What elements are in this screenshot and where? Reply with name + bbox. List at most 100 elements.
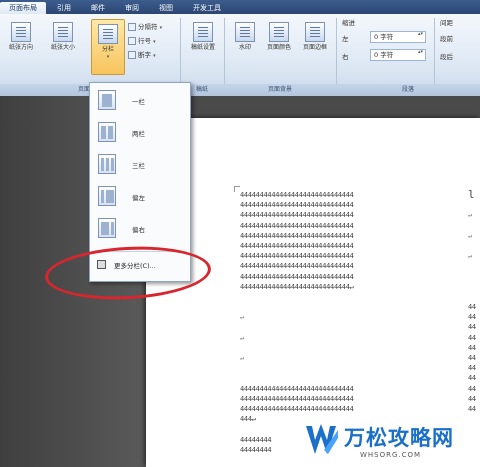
menu-item-one-column[interactable]: 一栏 [94,87,188,115]
left-column-icon [98,186,116,206]
columns-icon [98,24,118,44]
spacing-before-label: 段前 [440,35,453,43]
text-line: 44 [468,333,476,342]
line-numbers-label: 行号 [138,37,151,45]
ribbon-separator [336,18,337,84]
chevron-down-icon: ▾ [159,25,163,31]
tab-references[interactable]: 引用 [48,2,80,14]
text-line: 44 [468,303,476,312]
columns-button[interactable]: 分栏 ▾ [91,19,125,75]
text-line: 44444444444444444444444444444 [240,231,354,240]
orientation-icon [11,22,31,42]
line-numbers-icon [128,37,136,45]
document-left-column[interactable]: 44444444444444444444444444444 4444444444… [240,190,354,455]
paragraph-mark: ↵ [468,252,472,261]
tab-mailings[interactable]: 邮件 [82,2,114,14]
spacing-after-label: 段后 [440,53,453,61]
text-line: 44 [468,364,476,373]
menu-item-label: 偏右 [132,226,145,234]
paragraph-mark: ↵ [240,333,244,342]
text-line: 44 [468,354,476,362]
line-numbers-button[interactable]: 行号 ▾ [128,36,156,47]
ribbon-separator [180,18,181,84]
indent-heading: 缩进 [342,19,355,27]
page-color-icon [269,22,289,42]
text-line: 44 [468,323,476,332]
heading-fragment: l [468,188,475,201]
text-line: 44 [468,374,476,383]
page-border-label: 页面边框 [302,44,327,51]
breaks-button[interactable]: 分隔符 ▾ [128,22,162,33]
paragraph-mark: ↵ [468,231,472,240]
indent-right-label: 右 [342,53,349,61]
menu-item-label: 偏左 [132,194,145,202]
tab-page-layout[interactable]: 页面布局 [0,2,46,14]
breaks-icon [128,23,136,31]
three-columns-icon [98,154,116,174]
indent-right-input[interactable]: 0 字符 [370,49,426,61]
tab-view[interactable]: 视图 [150,2,182,14]
menu-item-two-columns[interactable]: 两栏 [94,119,188,147]
paragraph-mark: ↵ [468,211,472,220]
draft-paper-icon [193,22,213,42]
group-label-paragraph: 段落 [401,86,414,93]
two-columns-icon [98,122,116,142]
text-line: 44444444444444444444444444444 [240,272,354,281]
paragraph-mark: ↵ [240,313,244,322]
chevron-down-icon: ▾ [106,54,110,60]
page-color-label: 页面颜色 [266,44,291,51]
page-color-button[interactable]: 页面颜色 [262,22,296,52]
watermark-button[interactable]: 水印 [228,22,262,52]
watermark-subtext: WHSORG.COM [360,451,422,459]
menu-item-right[interactable]: 偏右 [94,215,188,243]
breaks-label: 分隔符 [138,23,158,31]
ribbon: 纸张方向 纸张大小 分栏 ▾ 分隔符 ▾ 行号 ▾ 断字 ▾ 稿纸设置 水印 页… [0,14,480,96]
text-line: 44 [468,313,476,322]
text-line: 44444444444444444444444444444 [240,221,354,230]
text-line: 44 [468,404,476,413]
hyphenation-button[interactable]: 断字 ▾ [128,50,156,61]
hyphenation-icon [128,51,136,59]
paper-size-icon [53,22,73,42]
indent-left-input[interactable]: 0 字符 [370,31,426,43]
text-line: 44444444444444444444444444444 [240,394,354,403]
text-line: 44444444444444444444444444444 [240,252,354,261]
document-right-column[interactable]: l ↵ ↵ ↵ 44 44 44 44 44 44 44 44 44 44 44 [468,188,476,414]
text-line: 44 [468,343,476,352]
site-watermark: 万松攻略网 WHSORG.COM [304,420,480,467]
menu-item-left[interactable]: 偏左 [94,183,188,211]
hyphenation-label: 断字 [138,51,151,59]
ribbon-separator [434,18,435,84]
orientation-button[interactable]: 纸张方向 [4,22,38,52]
tab-developer[interactable]: 开发工具 [184,2,230,14]
orientation-label: 纸张方向 [8,44,33,51]
menu-item-label: 三栏 [132,162,145,170]
ribbon-tab-bar: 页面布局 引用 邮件 审阅 视图 开发工具 [0,0,480,14]
right-column-icon [98,218,116,238]
draft-paper-label: 稿纸设置 [190,44,215,51]
tab-review[interactable]: 审阅 [116,2,148,14]
text-line: 4444444444444444444444444444↵ [240,282,354,291]
text-line: 44444444444444444444444444444 [240,211,354,220]
paragraph-mark: ↵ [240,354,244,362]
menu-item-three-columns[interactable]: 三栏 [94,151,188,179]
menu-item-label: 两栏 [132,130,145,138]
draft-paper-button[interactable]: 稿纸设置 [186,22,220,52]
text-line: 44444444444444444444444444444 [240,262,354,271]
text-line: 44 [468,394,476,403]
menu-item-label: 一栏 [132,98,145,106]
spacing-heading: 间距 [440,19,453,27]
page-border-icon [305,22,325,42]
watermark-label: 水印 [238,44,251,51]
text-line: 44444444444444444444444444444 [240,404,354,413]
text-line: 44444444444444444444444444444 [240,384,354,393]
text-line: 44444444444444444444444444444 [240,191,354,199]
watermark-logo-icon [306,424,338,454]
one-column-icon [98,90,116,110]
size-label: 纸张大小 [50,44,75,51]
ribbon-separator [224,18,225,84]
size-button[interactable]: 纸张大小 [46,22,80,52]
page-border-button[interactable]: 页面边框 [298,22,332,52]
watermark-text: 万松攻略网 [344,426,454,450]
indent-left-label: 左 [342,35,349,43]
